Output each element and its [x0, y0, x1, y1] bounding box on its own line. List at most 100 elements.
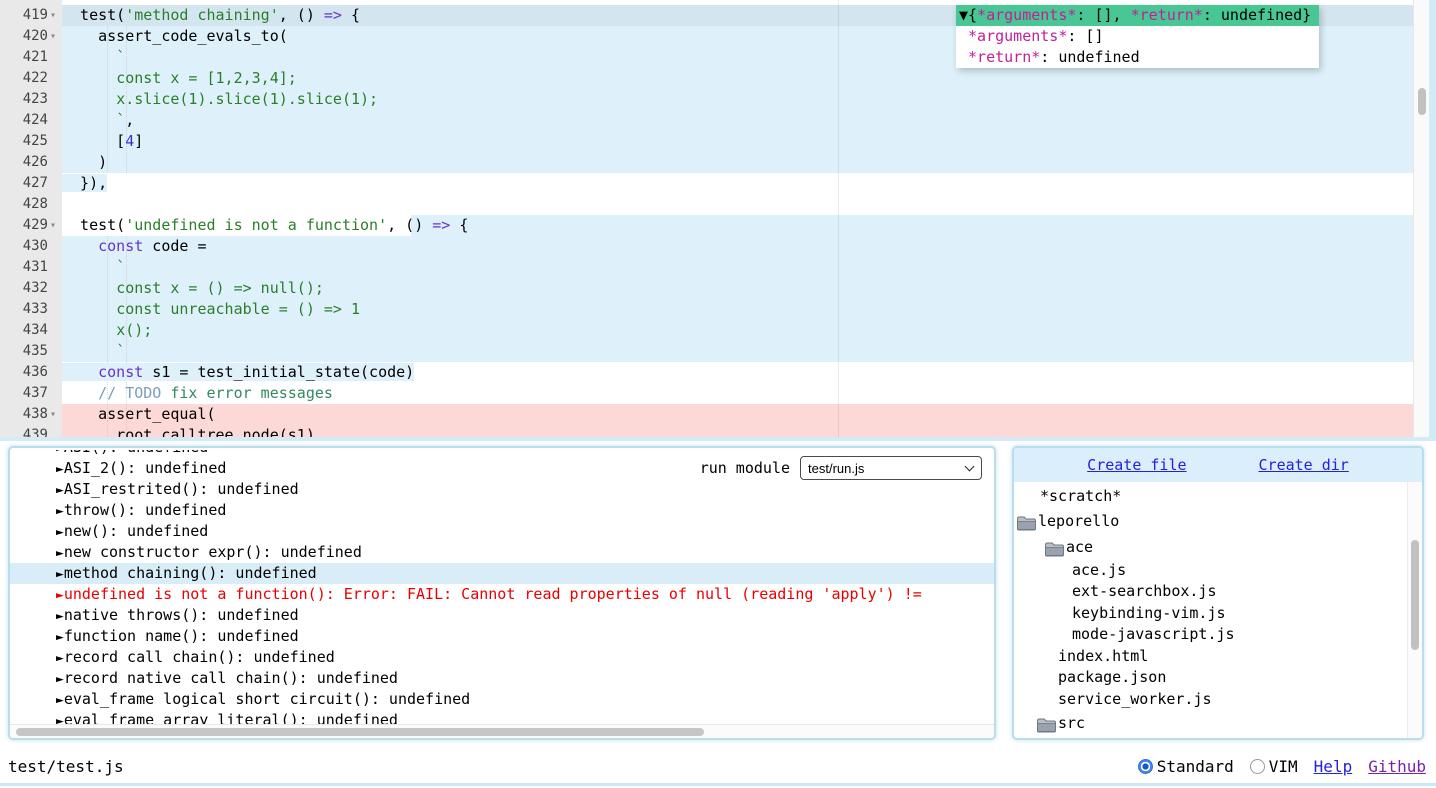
gutter-line-437[interactable]: 437: [0, 383, 62, 404]
test-result-item[interactable]: ►function name(): undefined: [10, 626, 994, 647]
gutter-line-420[interactable]: 420▾: [0, 26, 62, 47]
gutter-line-436[interactable]: 436: [0, 362, 62, 383]
output-hscrollbar-thumb[interactable]: [16, 728, 704, 736]
tree-file-serviceworker.js[interactable]: service_worker.js: [1014, 689, 1407, 711]
code-line-437[interactable]: // TODO fix error messages: [62, 383, 1413, 404]
gutter-line-419[interactable]: 419▾: [0, 5, 62, 26]
fold-arrow-icon[interactable]: ▾: [50, 26, 62, 47]
github-link[interactable]: Github: [1368, 757, 1426, 776]
fold-arrow-icon[interactable]: ▾: [50, 5, 62, 26]
keybinding-vim-option[interactable]: VIM: [1250, 757, 1298, 776]
expand-arrow-icon[interactable]: ►: [56, 714, 64, 724]
create-file-link[interactable]: Create file: [1087, 456, 1186, 474]
collapse-arrow-icon[interactable]: ▼: [959, 6, 968, 24]
radio-unselected-icon[interactable]: [1250, 759, 1265, 774]
test-result-item[interactable]: ►eval_frame array_literal(): undefined: [10, 710, 994, 724]
test-result-item[interactable]: ►throw(): undefined: [10, 500, 994, 521]
expand-arrow-icon[interactable]: ►: [56, 588, 64, 603]
code-line-428[interactable]: [62, 194, 1413, 215]
tree-file-package.json[interactable]: package.json: [1014, 667, 1407, 689]
print-margin-line: [838, 0, 839, 437]
fold-arrow-icon[interactable]: ▾: [50, 404, 62, 425]
radio-selected-icon[interactable]: [1138, 759, 1153, 774]
code-line-426[interactable]: ): [62, 152, 1413, 173]
code-line-431[interactable]: `: [62, 257, 1413, 278]
tree-file-index.html[interactable]: index.html: [1014, 646, 1407, 668]
tree-file-keybinding-vim.js[interactable]: keybinding-vim.js: [1014, 603, 1407, 625]
create-dir-link[interactable]: Create dir: [1259, 456, 1349, 474]
tree-folder-leporello[interactable]: leporello: [1014, 508, 1407, 534]
code-line-435[interactable]: `: [62, 341, 1413, 362]
gutter-line-439[interactable]: 439: [0, 425, 62, 437]
expand-arrow-icon[interactable]: ►: [56, 462, 64, 477]
test-result-item[interactable]: ►new constructor expr(): undefined: [10, 542, 994, 563]
gutter-line-424[interactable]: 424: [0, 110, 62, 131]
expand-arrow-icon[interactable]: ►: [56, 546, 64, 561]
code-line-432[interactable]: const x = () => null();: [62, 278, 1413, 299]
file-tree-scrollbar[interactable]: [1407, 482, 1422, 738]
code-line-425[interactable]: [4]: [62, 131, 1413, 152]
code-line-439[interactable]: root_calltree_node(s1): [62, 425, 1413, 437]
test-result-item[interactable]: ►eval_frame logical short circuit(): und…: [10, 689, 994, 710]
test-result-item[interactable]: ►new(): undefined: [10, 521, 994, 542]
code-line-438[interactable]: assert_equal(: [62, 404, 1413, 425]
tree-file-ace.js[interactable]: ace.js: [1014, 560, 1407, 582]
gutter-line-428[interactable]: 428: [0, 194, 62, 215]
expand-arrow-icon[interactable]: ►: [56, 693, 64, 708]
gutter-line-433[interactable]: 433: [0, 299, 62, 320]
expand-arrow-icon[interactable]: ►: [56, 525, 64, 540]
tree-folder-ace[interactable]: ace: [1014, 534, 1407, 560]
editor-scrollbar[interactable]: [1413, 0, 1429, 437]
gutter-line-438[interactable]: 438▾: [0, 404, 62, 425]
test-result-item[interactable]: ►undefined is not a function(): Error: F…: [10, 584, 994, 605]
tooltip-summary[interactable]: ▼{*arguments*: [], *return*: undefined}: [956, 5, 1319, 26]
expand-arrow-icon[interactable]: ►: [56, 630, 64, 645]
code-line-430[interactable]: const code =: [62, 236, 1413, 257]
tree-file-ext-searchbox.js[interactable]: ext-searchbox.js: [1014, 581, 1407, 603]
expand-arrow-icon[interactable]: ►: [56, 609, 64, 624]
gutter-line-431[interactable]: 431: [0, 257, 62, 278]
gutter-line-422[interactable]: 422: [0, 68, 62, 89]
gutter-line-425[interactable]: 425: [0, 131, 62, 152]
code-line-424[interactable]: `,: [62, 110, 1413, 131]
code-line-429[interactable]: test('undefined is not a function', () =…: [62, 215, 1413, 236]
gutter-line-426[interactable]: 426: [0, 152, 62, 173]
code-line-436[interactable]: const s1 = test_initial_state(code): [62, 362, 1413, 383]
output-hscrollbar[interactable]: [10, 724, 994, 738]
editor-scrollbar-thumb[interactable]: [1418, 88, 1426, 115]
test-result-item[interactable]: ►method chaining(): undefined: [10, 563, 994, 584]
help-link[interactable]: Help: [1314, 757, 1353, 776]
gutter-line-430[interactable]: 430: [0, 236, 62, 257]
test-result-item[interactable]: ►record call chain(): undefined: [10, 647, 994, 668]
file-tree-scrollbar-thumb[interactable]: [1411, 540, 1419, 650]
test-result-item[interactable]: ►record native call chain(): undefined: [10, 668, 994, 689]
keybinding-standard-option[interactable]: Standard: [1138, 757, 1234, 776]
code-line-422[interactable]: const x = [1,2,3,4];: [62, 68, 1413, 89]
expand-arrow-icon[interactable]: ►: [56, 450, 64, 456]
gutter-line-435[interactable]: 435: [0, 341, 62, 362]
code-line-423[interactable]: x.slice(1).slice(1).slice(1);: [62, 89, 1413, 110]
code-line-433[interactable]: const unreachable = () => 1: [62, 299, 1413, 320]
tree-file-mode-javascript.js[interactable]: mode-javascript.js: [1014, 624, 1407, 646]
expand-arrow-icon[interactable]: ►: [56, 651, 64, 666]
test-result-item[interactable]: ►native throws(): undefined: [10, 605, 994, 626]
tree-file-scratch[interactable]: *scratch*: [1014, 486, 1407, 508]
gutter-line-429[interactable]: 429▾: [0, 215, 62, 236]
test-result-item[interactable]: ►ASI_restrited(): undefined: [10, 479, 994, 500]
tree-file-astutils.js[interactable]: ast_utils.js: [1014, 736, 1407, 738]
expand-arrow-icon[interactable]: ►: [56, 672, 64, 687]
gutter-line-432[interactable]: 432: [0, 278, 62, 299]
code-editor[interactable]: 419▾420▾421422423424425426427428429▾4304…: [0, 0, 1429, 437]
expand-arrow-icon[interactable]: ►: [56, 504, 64, 519]
fold-arrow-icon[interactable]: ▾: [50, 215, 62, 236]
gutter-line-421[interactable]: 421: [0, 47, 62, 68]
code-line-427[interactable]: }),: [62, 173, 1413, 194]
gutter-line-427[interactable]: 427: [0, 173, 62, 194]
gutter-line-434[interactable]: 434: [0, 320, 62, 341]
expand-arrow-icon[interactable]: ►: [56, 483, 64, 498]
expand-arrow-icon[interactable]: ►: [56, 567, 64, 582]
gutter-line-423[interactable]: 423: [0, 89, 62, 110]
module-select[interactable]: test/run.js: [800, 456, 982, 480]
tree-folder-src[interactable]: src: [1014, 710, 1407, 736]
code-line-434[interactable]: x();: [62, 320, 1413, 341]
